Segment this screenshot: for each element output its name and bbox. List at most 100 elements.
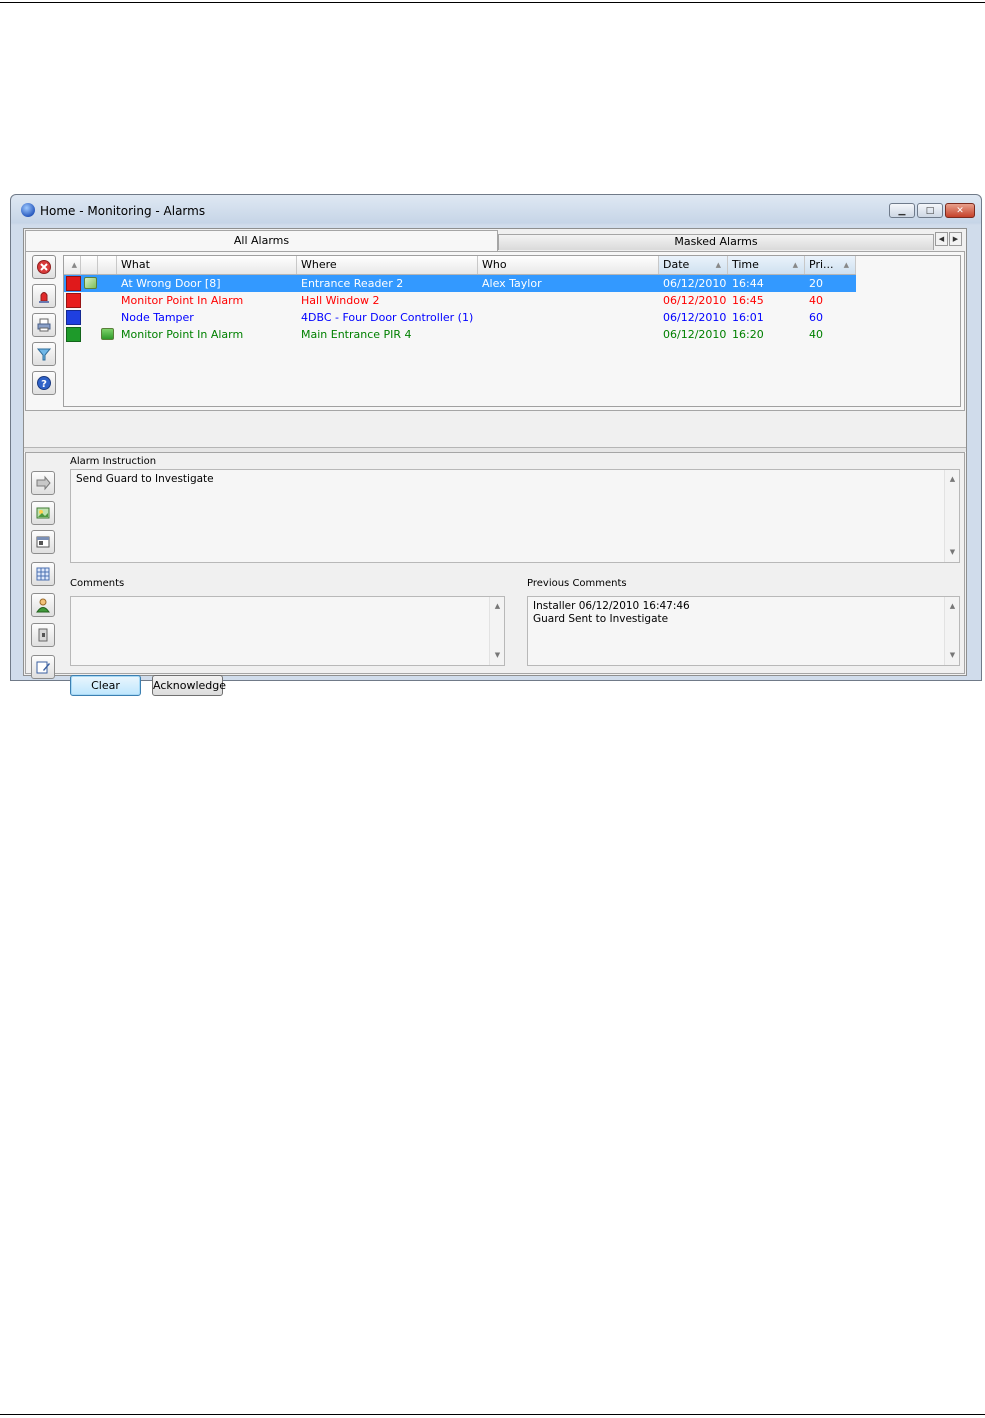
close-alarm-button[interactable] (32, 255, 56, 279)
alarm-details-pane: Alarm Instruction Send Guard to Investig… (25, 452, 965, 696)
help-button[interactable]: ? (32, 371, 56, 395)
alarm-bell-icon (21, 203, 35, 217)
previous-comments-label: Previous Comments (527, 578, 627, 589)
acknowledge-button[interactable]: Acknowledge (152, 675, 226, 696)
alarm-grid: ▲ What Where Who Date ▲ Time ▲ Pri... ▲ At … (63, 255, 961, 407)
scroll-down-icon[interactable]: ▼ (490, 649, 505, 662)
column-time-label: Time (732, 258, 759, 271)
print-button[interactable] (32, 313, 56, 337)
forward-button[interactable] (31, 471, 55, 495)
maximize-button[interactable]: □ (917, 203, 943, 218)
cell-who (478, 309, 482, 326)
alarm-instruction-label: Alarm Instruction (70, 456, 157, 467)
table-row[interactable]: At Wrong Door [8] Entrance Reader 2 Alex T… (64, 275, 856, 292)
cell-what: At Wrong Door [8] (121, 277, 221, 290)
close-icon: ✕ (956, 205, 964, 216)
scroll-down-icon[interactable]: ▼ (945, 546, 960, 559)
alarm-state-indicator (66, 310, 81, 325)
alarm-state-indicator (66, 293, 81, 308)
comments-label: Comments (70, 578, 125, 589)
cell-who: Alex Taylor (482, 277, 542, 290)
column-header-time[interactable]: Time ▲ (728, 256, 805, 274)
maximize-icon: □ (925, 205, 935, 216)
page-top-rule (0, 2, 985, 3)
tab-all-alarms[interactable]: All Alarms (25, 230, 498, 252)
help-icon: ? (37, 376, 51, 390)
view-camera-button[interactable] (31, 530, 55, 554)
column-header-who[interactable]: Who (478, 256, 659, 274)
tab-scroll-left-button[interactable]: ◀ (935, 232, 948, 246)
comments-scrollbar[interactable]: ▲ ▼ (489, 597, 504, 665)
instruction-scrollbar[interactable]: ▲ ▼ (944, 470, 959, 562)
cell-where: Hall Window 2 (301, 294, 380, 307)
column-header-what[interactable]: What (117, 256, 297, 274)
door-lock-icon (38, 628, 48, 642)
sort-arrow-icon: ▲ (71, 261, 77, 269)
cell-time: 16:20 (732, 328, 764, 341)
cell-where: Main Entrance PIR 4 (301, 328, 412, 341)
alarm-instruction-box[interactable]: Send Guard to Investigate ▲ ▼ (70, 469, 960, 563)
column-header-where[interactable]: Where (297, 256, 478, 274)
title-bar[interactable]: Home - Monitoring - Alarms ▁ □ ✕ (11, 195, 981, 225)
previous-comment-line-2: Guard Sent to Investigate (533, 613, 669, 625)
column-header-icon[interactable] (98, 256, 117, 274)
cell-time: 16:01 (732, 311, 764, 324)
grid-table-icon (36, 567, 50, 581)
table-row[interactable]: Monitor Point In Alarm Hall Window 2 06/12… (64, 292, 856, 309)
window-view-icon (36, 536, 50, 548)
cell-where: Entrance Reader 2 (301, 277, 404, 290)
minimize-button[interactable]: ▁ (889, 203, 915, 218)
column-header-state[interactable]: ▲ (64, 256, 81, 274)
door-control-button[interactable] (31, 623, 55, 647)
alarms-window: Home - Monitoring - Alarms ▁ □ ✕ All Ala… (10, 194, 982, 696)
sort-arrow-icon: ▲ (792, 261, 798, 269)
cell-who (478, 326, 482, 343)
cell-priority: 20 (809, 277, 823, 290)
alarm-state-indicator (66, 276, 81, 291)
clear-button[interactable]: Clear (70, 675, 141, 696)
alarm-siren-icon (39, 292, 49, 303)
close-button[interactable]: ✕ (945, 203, 975, 218)
scroll-down-icon[interactable]: ▼ (945, 649, 960, 662)
column-header-type[interactable] (81, 256, 98, 274)
svg-text:?: ? (41, 379, 47, 390)
cell-date: 06/12/2010 (663, 328, 727, 341)
scroll-up-icon[interactable]: ▲ (490, 600, 505, 613)
page-bottom-rule (0, 1414, 985, 1415)
tab-scroll-right-button[interactable]: ▶ (949, 232, 962, 246)
view-picture-button[interactable] (31, 501, 55, 525)
floor-plan-button[interactable] (31, 562, 55, 586)
comments-input[interactable]: ▲ ▼ (70, 596, 505, 666)
user-details-button[interactable] (31, 593, 55, 617)
column-header-priority[interactable]: Pri... ▲ (805, 256, 856, 274)
cell-what: Monitor Point In Alarm (121, 328, 244, 341)
column-priority-label: Pri... (809, 258, 834, 271)
column-header-date[interactable]: Date ▲ (659, 256, 728, 274)
table-row[interactable]: Monitor Point In Alarm Main Entrance PIR … (64, 326, 856, 343)
table-row[interactable]: Node Tamper 4DBC - Four Door Controller (… (64, 309, 856, 326)
scroll-up-icon[interactable]: ▲ (945, 473, 960, 486)
scroll-up-icon[interactable]: ▲ (945, 600, 960, 613)
alarm-instruction-text: Send Guard to Investigate (76, 473, 214, 485)
cell-time: 16:44 (732, 277, 764, 290)
forward-arrow-icon (36, 475, 51, 491)
previous-comments-box: Installer 06/12/2010 16:47:46 Guard Sent… (527, 596, 960, 666)
triangle-right-icon: ▶ (952, 235, 959, 243)
cell-date: 06/12/2010 (663, 294, 727, 307)
alarm-siren-button[interactable] (32, 284, 56, 308)
filter-button[interactable] (32, 342, 56, 366)
cell-priority: 40 (809, 328, 823, 341)
cell-priority: 40 (809, 294, 823, 307)
window-title: Home - Monitoring - Alarms (40, 204, 206, 218)
previous-comments-scrollbar[interactable]: ▲ ▼ (944, 597, 959, 665)
triangle-left-icon: ◀ (938, 235, 945, 243)
tab-masked-alarms[interactable]: Masked Alarms (498, 234, 934, 250)
grid-header: ▲ What Where Who Date ▲ Time ▲ Pri... ▲ (64, 256, 856, 275)
monitor-point-icon (101, 328, 114, 340)
edit-notes-button[interactable] (31, 655, 55, 679)
cell-date: 06/12/2010 (663, 277, 727, 290)
cell-date: 06/12/2010 (663, 311, 727, 324)
sort-arrow-icon: ▲ (843, 261, 849, 269)
alarm-list-pane: ? ▲ What Where Who Date ▲ Time ▲ Pri... ▲ A… (25, 251, 965, 411)
user-icon (36, 598, 50, 613)
